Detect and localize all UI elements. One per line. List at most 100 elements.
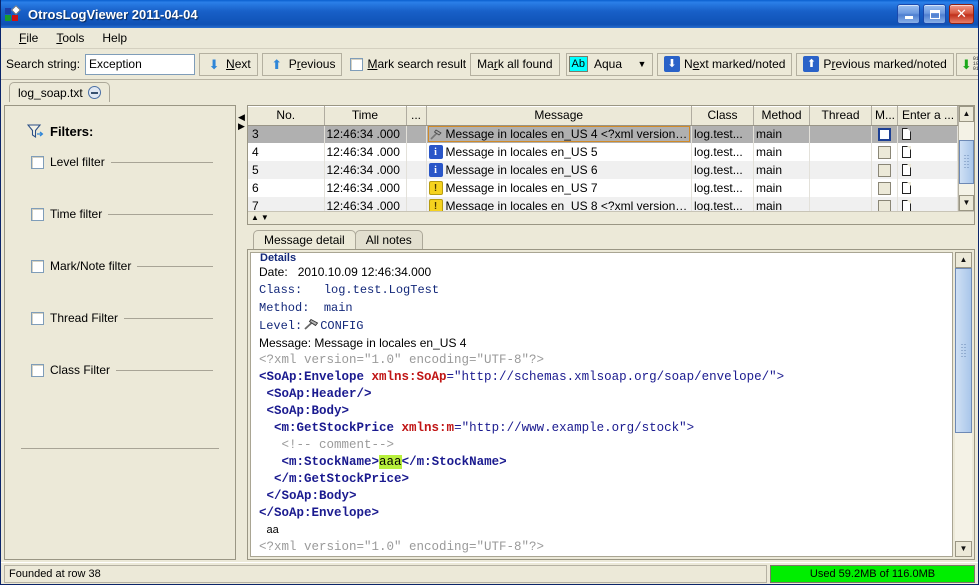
cell-mark[interactable]	[871, 179, 898, 197]
col-header-dots[interactable]: ...	[406, 106, 427, 126]
search-input[interactable]	[85, 53, 196, 75]
note-document-icon[interactable]	[902, 182, 911, 194]
menu-tools[interactable]: Tools	[47, 29, 93, 47]
cell-note[interactable]	[897, 197, 958, 211]
mark-checkbox[interactable]	[878, 163, 891, 177]
menu-help[interactable]: Help	[93, 29, 136, 47]
filter-level[interactable]: Level filter	[31, 155, 235, 169]
cell-note[interactable]	[897, 179, 958, 197]
xml-tag: <SoAp:Header/>	[266, 387, 372, 401]
detail-vscrollbar[interactable]: ▲ ▼	[955, 252, 972, 557]
cell-note[interactable]	[897, 161, 958, 179]
filter-class-checkbox[interactable]	[31, 363, 44, 377]
scroll-track[interactable]	[955, 268, 972, 541]
detail-method-row: Method: main	[259, 299, 944, 317]
cell-class: log.test...	[691, 161, 754, 179]
scroll-up-arrow-icon[interactable]: ▲	[959, 106, 974, 122]
filter-level-checkbox[interactable]	[31, 155, 44, 169]
xml-line-header: <SoAp:Header/>	[259, 386, 944, 403]
note-document-icon[interactable]	[902, 128, 911, 141]
expand-right-icon[interactable]: ▶	[238, 122, 245, 131]
col-header-no[interactable]: No.	[248, 106, 325, 126]
detail-text-area[interactable]: Details Date: 2010.10.09 12:46:34.000 Cl…	[250, 252, 953, 557]
divider	[124, 317, 213, 319]
mark-color-combo[interactable]: Ab Aqua ▼	[565, 52, 654, 76]
col-header-time[interactable]: Time	[324, 106, 407, 126]
table-row[interactable]: 5 12:46:34 .000 i Message in locales en_…	[248, 161, 958, 179]
filter-mark-note[interactable]: Mark/Note filter	[31, 259, 235, 273]
detail-level-value: CONFIG	[320, 319, 364, 333]
cell-mark[interactable]	[871, 197, 898, 211]
tab-all-notes[interactable]: All notes	[354, 230, 423, 249]
xml-line-envelope-open: <SoAp:Envelope xmlns:SoAp="http://schema…	[259, 369, 944, 386]
cell-mark[interactable]	[871, 143, 898, 161]
mark-checkbox[interactable]	[878, 145, 891, 159]
chevron-down-icon[interactable]: ▼	[636, 59, 652, 69]
log-table-vscrollbar[interactable]: ▲ ▼	[958, 106, 974, 211]
scroll-up-arrow-icon[interactable]: ▲	[955, 252, 972, 268]
cell-message: ! Message in locales en_US 7	[426, 179, 692, 197]
next-button[interactable]: ⬇ Next	[199, 52, 258, 76]
note-document-icon[interactable]	[902, 146, 911, 158]
details-legend: Details	[257, 253, 300, 264]
cell-mark[interactable]	[871, 125, 898, 143]
log-table-hscrollbar[interactable]: ▲ ▼	[248, 211, 974, 224]
filter-mark-note-label: Mark/Note filter	[50, 259, 132, 273]
scroll-down-arrow-icon[interactable]: ▼	[959, 195, 974, 211]
filter-class[interactable]: Class Filter	[31, 363, 235, 377]
col-header-class[interactable]: Class	[691, 106, 754, 126]
next-marked-noted-button[interactable]: ⬇ Next marked/noted	[657, 52, 793, 76]
menu-file[interactable]: File	[10, 29, 47, 47]
panel-splitter[interactable]: ◀ ▶	[236, 105, 247, 560]
cell-message: i Message in locales en_US 5	[426, 143, 692, 161]
arrow-down-blue-icon: ⬇	[208, 56, 220, 72]
scroll-down-arrow-icon[interactable]: ▼	[955, 541, 972, 557]
table-row[interactable]: 3 12:46:34 .000 Message in locales en_US…	[248, 125, 958, 143]
table-row[interactable]: 4 12:46:34 .000 i Message in locales en_…	[248, 143, 958, 161]
filter-thread-checkbox[interactable]	[31, 311, 44, 325]
table-row[interactable]: 6 12:46:34 .000 ! Message in locales en_…	[248, 179, 958, 197]
mark-all-found-button[interactable]: Mark all found	[470, 52, 560, 76]
cell-note[interactable]	[897, 125, 958, 143]
file-tab-strip: log_soap.txt	[1, 80, 978, 102]
filter-time-checkbox[interactable]	[31, 207, 44, 221]
log-and-detail-panel: No. Time ... Message Class Method Thread…	[247, 105, 975, 560]
col-header-message[interactable]: Message	[426, 106, 692, 126]
minimize-button[interactable]	[897, 4, 920, 24]
scroll-left-icon[interactable]: ▲	[251, 214, 259, 222]
maximize-button[interactable]	[923, 4, 946, 24]
filter-time[interactable]: Time filter	[31, 207, 235, 221]
cell-mark[interactable]	[871, 161, 898, 179]
note-document-icon[interactable]	[902, 200, 911, 211]
scroll-thumb[interactable]	[955, 268, 972, 433]
col-header-note[interactable]: Enter a ...	[897, 106, 958, 126]
memory-usage-bar: Used 59.2MB of 116.0MB	[770, 564, 975, 583]
scroll-track[interactable]	[959, 122, 974, 195]
col-header-method[interactable]: Method	[753, 106, 810, 126]
previous-marked-noted-button[interactable]: ⬆ Previous marked/noted	[796, 52, 954, 76]
table-row[interactable]: 7 12:46:34 .000 ! Message in locales en_…	[248, 197, 958, 211]
filter-mark-note-checkbox[interactable]	[31, 259, 44, 273]
collapse-left-icon[interactable]: ◀	[238, 113, 245, 122]
tab-message-detail[interactable]: Message detail	[253, 230, 356, 249]
file-tab-log-soap[interactable]: log_soap.txt	[9, 82, 110, 102]
note-document-icon[interactable]	[902, 164, 911, 176]
previous-button[interactable]: ⬆ Previous	[261, 52, 343, 76]
cell-message-text: Message in locales en_US 4 <?xml version…	[445, 127, 690, 142]
mark-checkbox[interactable]	[878, 199, 891, 211]
close-tab-icon[interactable]	[87, 86, 101, 99]
detail-level-row: Level: CONFIG	[259, 317, 944, 335]
mark-checkbox[interactable]	[878, 181, 891, 195]
col-header-mark[interactable]: M...	[871, 106, 898, 126]
close-button[interactable]: ✕	[949, 4, 974, 24]
cell-note[interactable]	[897, 143, 958, 161]
jump-bottom-green-button[interactable]: ⬇ 01 10 01	[955, 52, 978, 76]
mark-search-result-checkbox[interactable]: Mark search result	[350, 57, 466, 71]
col-header-thread[interactable]: Thread	[809, 106, 872, 126]
mark-checkbox[interactable]	[878, 127, 891, 141]
detail-panel: Message detail All notes Details Date: 2…	[247, 229, 975, 560]
scroll-thumb[interactable]	[959, 140, 974, 184]
filter-thread[interactable]: Thread Filter	[31, 311, 235, 325]
scroll-right-icon[interactable]: ▼	[261, 214, 269, 222]
filters-header: Filters:	[27, 124, 235, 139]
